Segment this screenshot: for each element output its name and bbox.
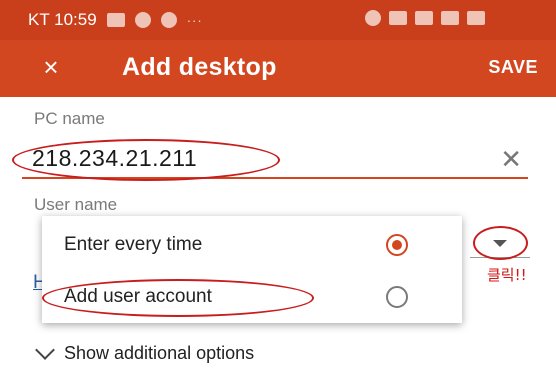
status-bar: KT 10:59 ··· xyxy=(0,0,556,40)
radio-unselected-icon[interactable] xyxy=(386,286,408,308)
close-icon[interactable]: × xyxy=(36,52,66,82)
dropdown-highlight xyxy=(473,226,528,260)
signal-icon xyxy=(441,11,459,25)
battery-icon xyxy=(467,11,485,25)
additional-options-label: Show additional options xyxy=(64,343,255,363)
cloud-icon xyxy=(160,12,177,28)
app-bar: × Add desktop SAVE xyxy=(0,40,556,97)
hd-icon xyxy=(389,11,407,25)
wifi-icon xyxy=(415,11,433,25)
gallery-icon xyxy=(106,13,125,27)
pc-name-highlight xyxy=(12,139,280,181)
radio-selected-icon[interactable] xyxy=(386,234,408,256)
user-name-label: User name xyxy=(34,195,118,214)
save-button[interactable]: SAVE xyxy=(488,57,538,78)
chevron-down-icon xyxy=(35,339,55,360)
status-left: KT 10:59 ··· xyxy=(28,10,203,30)
screen: KT 10:59 ··· × Add desktop SAVE PC name … xyxy=(0,0,556,374)
show-additional-options[interactable]: Show additional options xyxy=(32,339,255,364)
menu-item-label: Enter every time xyxy=(64,234,203,255)
add-user-highlight xyxy=(42,279,314,317)
menu-item-enter-every-time[interactable]: Enter every time xyxy=(42,220,462,270)
chat-icon xyxy=(134,12,151,28)
carrier-time: KT 10:59 xyxy=(28,10,97,29)
clear-icon[interactable]: ✕ xyxy=(500,145,522,173)
page-title: Add desktop xyxy=(122,53,277,81)
status-right xyxy=(365,10,485,26)
more-notifications: ··· xyxy=(186,12,203,28)
pc-name-label: PC name xyxy=(34,109,105,128)
alarm-icon xyxy=(365,10,381,26)
click-annotation: 클릭!! xyxy=(487,266,527,284)
